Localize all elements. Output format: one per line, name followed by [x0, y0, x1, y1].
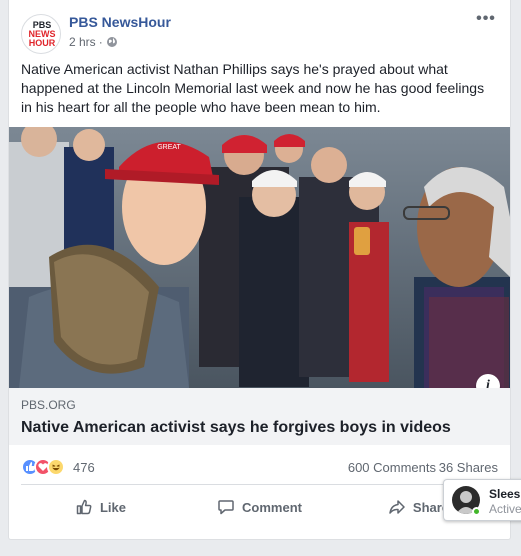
share-icon	[389, 500, 405, 514]
thumbs-up-icon	[76, 499, 92, 515]
reactions-bar: 476 600 Comments 36 Shares	[21, 454, 498, 480]
link-image[interactable]: GREAT	[9, 127, 510, 388]
link-title[interactable]: Native American activist says he forgive…	[21, 418, 498, 438]
post-card: PBS NEWS HOUR PBS NewsHour 2 hrs · ••• N…	[8, 0, 511, 540]
page-name-link[interactable]: PBS NewsHour	[69, 14, 171, 30]
svg-text:GREAT: GREAT	[157, 144, 181, 151]
globe-icon[interactable]	[106, 36, 118, 48]
actions-divider	[21, 484, 498, 485]
more-options-icon[interactable]: •••	[474, 11, 498, 30]
page-avatar[interactable]: PBS NEWS HOUR	[21, 14, 61, 54]
reaction-icons[interactable]	[21, 458, 65, 476]
post-timestamp[interactable]: 2 hrs	[69, 35, 96, 49]
meta-separator: ·	[98, 35, 103, 49]
logo-line-3: HOUR	[29, 38, 56, 48]
like-button[interactable]: Like	[21, 490, 180, 524]
action-bar: Like Comment Share	[21, 490, 498, 524]
post-meta: 2 hrs ·	[69, 35, 118, 49]
comment-icon	[218, 500, 234, 515]
shares-count[interactable]: 36 Shares	[439, 460, 498, 475]
comment-button[interactable]: Comment	[180, 490, 339, 524]
link-caption[interactable]: PBS.ORG Native American activist says he…	[9, 388, 510, 445]
link-preview[interactable]: GREAT i PBS.ORG Native American activist…	[9, 127, 510, 445]
chat-contact-popup[interactable]: Slees Active	[443, 479, 521, 521]
link-domain: PBS.ORG	[21, 398, 76, 412]
chat-contact-name: Slees	[489, 487, 521, 501]
post-header: PBS NEWS HOUR PBS NewsHour 2 hrs · •••	[21, 10, 498, 54]
like-label: Like	[99, 499, 126, 515]
online-status-icon	[472, 507, 481, 516]
haha-icon	[47, 458, 65, 476]
chat-contact-status: Active	[489, 502, 521, 516]
reaction-count[interactable]: 476	[73, 460, 95, 475]
comments-count[interactable]: 600 Comments	[348, 460, 436, 475]
post-text: Native American activist Nathan Phillips…	[21, 61, 485, 115]
comment-label: Comment	[242, 499, 302, 515]
